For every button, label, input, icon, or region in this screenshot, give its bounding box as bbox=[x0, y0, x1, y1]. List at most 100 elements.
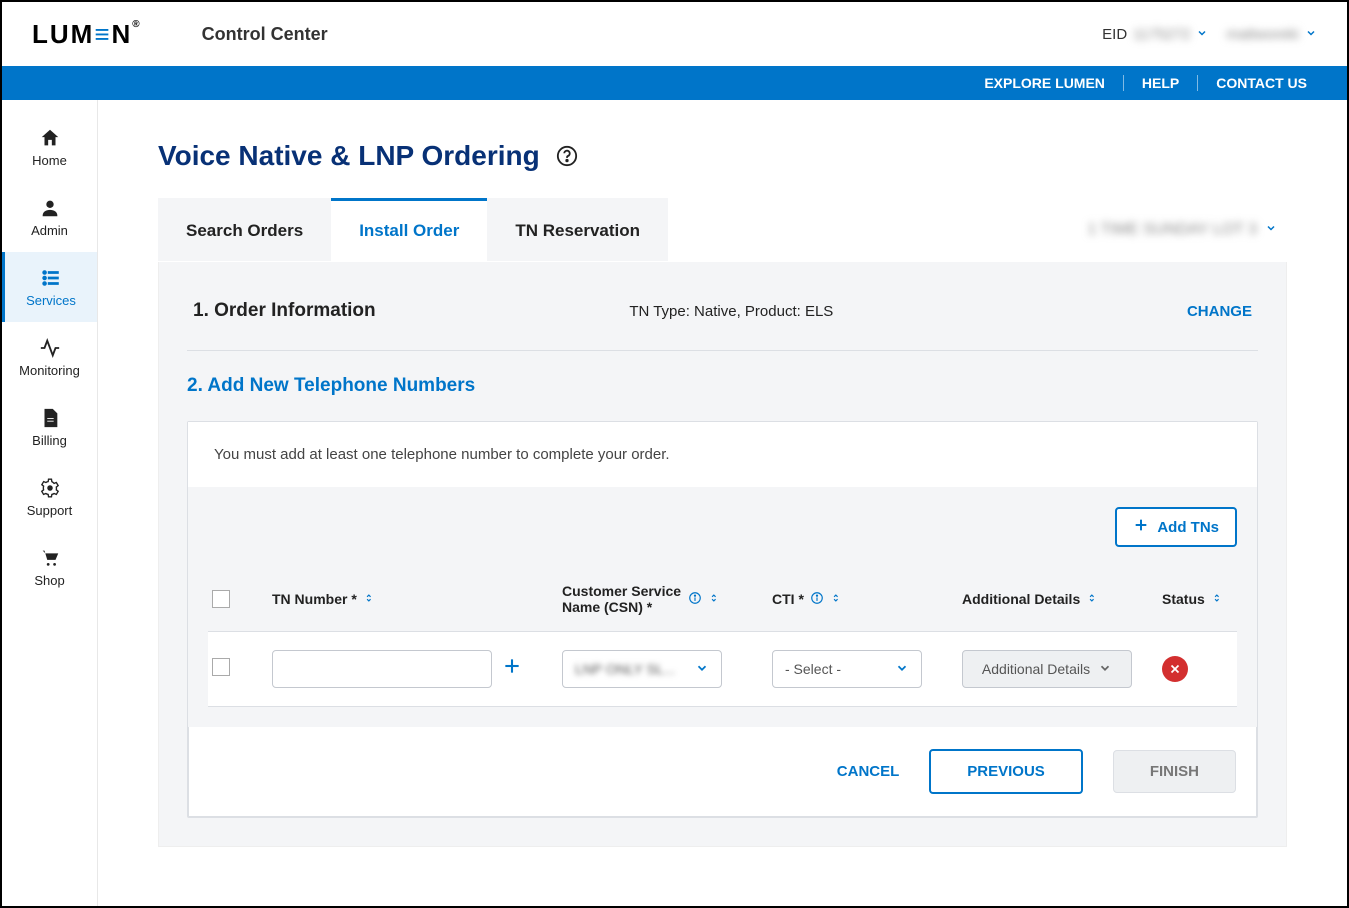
status-cell bbox=[1162, 656, 1282, 682]
sidebar-item-label: Billing bbox=[32, 433, 67, 448]
file-icon bbox=[39, 407, 61, 429]
sidebar-item-label: Support bbox=[27, 503, 73, 518]
tn-section: You must add at least one telephone numb… bbox=[187, 421, 1258, 818]
info-icon[interactable] bbox=[688, 591, 702, 608]
add-tns-button[interactable]: Add TNs bbox=[1115, 507, 1237, 547]
step2-title: 2. Add New Telephone Numbers bbox=[187, 375, 1258, 397]
tab-search-orders[interactable]: Search Orders bbox=[158, 198, 331, 261]
sidebar-item-label: Services bbox=[26, 293, 76, 308]
chevron-down-icon bbox=[695, 661, 709, 678]
add-tns-label: Add TNs bbox=[1157, 519, 1219, 536]
sidebar-item-admin[interactable]: Admin bbox=[2, 182, 97, 252]
eid-label: EID bbox=[1102, 26, 1127, 43]
list-icon bbox=[40, 267, 62, 289]
finish-button: FINISH bbox=[1113, 750, 1236, 793]
sidebar-item-label: Shop bbox=[34, 573, 64, 588]
tabs: Search Orders Install Order TN Reservati… bbox=[158, 198, 1287, 262]
change-button[interactable]: CHANGE bbox=[1187, 303, 1252, 320]
cti-select[interactable]: - Select - bbox=[772, 650, 922, 688]
help-icon[interactable] bbox=[556, 145, 578, 167]
sort-icon bbox=[363, 591, 377, 608]
table-header: TN Number * Customer Service Name (CSN) … bbox=[208, 567, 1237, 631]
chevron-down-icon bbox=[895, 661, 909, 678]
cart-icon bbox=[39, 547, 61, 569]
addl-label: Additional Details bbox=[982, 661, 1090, 677]
sidebar-item-shop[interactable]: Shop bbox=[2, 532, 97, 602]
csn-value: LNP ONLY SL... bbox=[575, 661, 675, 677]
sort-icon bbox=[830, 591, 844, 608]
sidebar-item-label: Monitoring bbox=[19, 363, 80, 378]
sort-icon bbox=[1086, 591, 1100, 608]
gear-icon bbox=[39, 477, 61, 499]
sort-icon bbox=[708, 591, 722, 608]
sort-icon bbox=[1211, 591, 1225, 608]
th-label: Customer Service Name (CSN) * bbox=[562, 583, 682, 615]
cti-value: - Select - bbox=[785, 661, 841, 677]
th-label: Additional Details bbox=[962, 591, 1080, 607]
sidebar-item-label: Admin bbox=[31, 223, 68, 238]
chevron-down-icon bbox=[1265, 221, 1277, 239]
sidebar-item-label: Home bbox=[32, 153, 67, 168]
th-label: Status bbox=[1162, 591, 1205, 607]
order-panel: 1. Order Information TN Type: Native, Pr… bbox=[158, 262, 1287, 847]
activity-icon bbox=[39, 337, 61, 359]
chevron-down-icon bbox=[1196, 26, 1208, 43]
th-label: CTI * bbox=[772, 591, 804, 607]
chevron-down-icon bbox=[1305, 26, 1317, 43]
logo: LUM≡N® bbox=[32, 19, 142, 50]
utility-nav: EXPLORE LUMEN HELP CONTACT US bbox=[2, 66, 1347, 100]
user-dropdown[interactable]: mattworeki bbox=[1226, 26, 1317, 43]
account-selector[interactable]: 1 TIME SUNDAY LOT 3 bbox=[1087, 221, 1287, 239]
explore-link[interactable]: EXPLORE LUMEN bbox=[966, 75, 1124, 91]
home-icon bbox=[39, 127, 61, 149]
th-cti[interactable]: CTI * bbox=[772, 591, 952, 608]
tab-tn-reservation[interactable]: TN Reservation bbox=[487, 198, 668, 261]
eid-value: 1175272 bbox=[1133, 26, 1190, 43]
chevron-down-icon bbox=[1098, 661, 1112, 678]
page-title: Voice Native & LNP Ordering bbox=[158, 140, 1287, 172]
table-row: LNP ONLY SL... - Select - Additional Det… bbox=[208, 631, 1237, 707]
sidebar-item-monitoring[interactable]: Monitoring bbox=[2, 322, 97, 392]
sidebar-item-support[interactable]: Support bbox=[2, 462, 97, 532]
th-tn-number[interactable]: TN Number * bbox=[272, 591, 552, 608]
th-additional-details[interactable]: Additional Details bbox=[962, 591, 1152, 608]
tn-number-input[interactable] bbox=[272, 650, 492, 688]
plus-icon bbox=[1133, 517, 1149, 537]
checkbox[interactable] bbox=[212, 590, 230, 608]
previous-button[interactable]: PREVIOUS bbox=[929, 749, 1083, 794]
page-title-text: Voice Native & LNP Ordering bbox=[158, 140, 540, 172]
account-selected: 1 TIME SUNDAY LOT 3 bbox=[1087, 221, 1257, 239]
csn-select[interactable]: LNP ONLY SL... bbox=[562, 650, 722, 688]
app-name: Control Center bbox=[202, 24, 328, 45]
tab-install-order[interactable]: Install Order bbox=[331, 198, 487, 261]
tn-instruction: You must add at least one telephone numb… bbox=[188, 422, 1257, 487]
eid-dropdown[interactable]: EID 1175272 bbox=[1102, 26, 1208, 43]
sidebar: Home Admin Services Monitoring Billing bbox=[2, 100, 98, 906]
tn-number-cell bbox=[272, 650, 552, 688]
info-icon[interactable] bbox=[810, 591, 824, 608]
step1-title: 1. Order Information bbox=[193, 300, 376, 322]
th-csn[interactable]: Customer Service Name (CSN) * bbox=[562, 583, 762, 615]
step1-subtitle: TN Type: Native, Product: ELS bbox=[629, 303, 833, 320]
username: mattworeki bbox=[1226, 26, 1299, 43]
error-status-icon bbox=[1162, 656, 1188, 682]
user-icon bbox=[39, 197, 61, 219]
contact-link[interactable]: CONTACT US bbox=[1198, 75, 1307, 91]
add-row-button[interactable] bbox=[502, 655, 522, 683]
row-checkbox-cell bbox=[212, 658, 262, 681]
help-link[interactable]: HELP bbox=[1124, 75, 1198, 91]
th-status[interactable]: Status bbox=[1162, 591, 1282, 608]
checkbox[interactable] bbox=[212, 658, 230, 676]
sidebar-item-billing[interactable]: Billing bbox=[2, 392, 97, 462]
additional-details-button[interactable]: Additional Details bbox=[962, 650, 1132, 688]
step-order-information: 1. Order Information TN Type: Native, Pr… bbox=[187, 290, 1258, 351]
content-area: Voice Native & LNP Ordering Search Order… bbox=[98, 100, 1347, 906]
sidebar-item-services[interactable]: Services bbox=[2, 252, 97, 322]
tn-controls: Add TNs bbox=[188, 487, 1257, 547]
th-label: TN Number * bbox=[272, 591, 357, 607]
sidebar-item-home[interactable]: Home bbox=[2, 112, 97, 182]
select-all-header[interactable] bbox=[212, 590, 262, 608]
top-header: LUM≡N® Control Center EID 1175272 mattwo… bbox=[2, 2, 1347, 66]
action-bar: CANCEL PREVIOUS FINISH bbox=[188, 727, 1257, 817]
cancel-button[interactable]: CANCEL bbox=[837, 763, 900, 780]
